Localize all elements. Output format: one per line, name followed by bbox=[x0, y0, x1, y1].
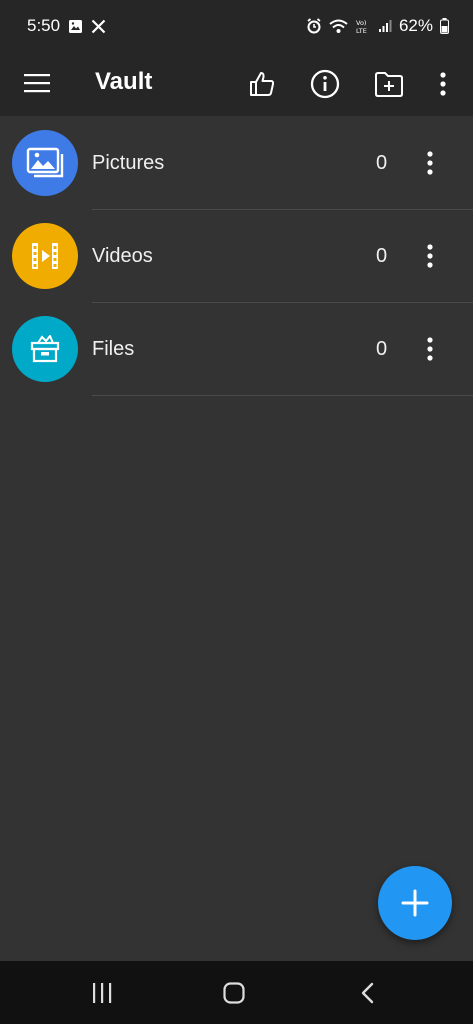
more-vertical-icon[interactable] bbox=[423, 64, 463, 104]
status-time: 5:50 bbox=[27, 16, 61, 35]
folder-row-pictures[interactable]: Pictures 0 bbox=[0, 117, 473, 210]
folder-label: Files bbox=[92, 338, 135, 360]
recent-apps-icon[interactable] bbox=[82, 975, 122, 1011]
video-icon bbox=[12, 223, 78, 289]
image-icon bbox=[68, 19, 83, 34]
app-title: Vault bbox=[95, 68, 153, 95]
vault-screen: 5:50 Vo) LTE 62% Vault Pictures 0 Videos… bbox=[0, 0, 473, 1024]
add-folder-icon[interactable] bbox=[369, 64, 409, 104]
folder-row-files[interactable]: Files 0 bbox=[0, 303, 473, 396]
folder-more-icon[interactable] bbox=[415, 329, 445, 369]
system-nav-bar bbox=[0, 961, 473, 1024]
info-icon[interactable] bbox=[305, 64, 345, 104]
plus-icon bbox=[401, 889, 429, 917]
back-icon[interactable] bbox=[347, 975, 387, 1011]
status-left: 5:50 bbox=[27, 16, 106, 36]
x-logo-icon bbox=[91, 19, 106, 34]
svg-text:Vo): Vo) bbox=[356, 19, 366, 27]
signal-icon bbox=[378, 19, 392, 33]
folder-label: Videos bbox=[92, 245, 153, 267]
alarm-icon bbox=[306, 18, 322, 34]
app-bar: Vault bbox=[0, 52, 473, 116]
vault-folder-list: Pictures 0 Videos 0 Files 0 bbox=[0, 117, 473, 396]
battery-percent: 62% bbox=[398, 16, 433, 35]
svg-text:LTE: LTE bbox=[356, 27, 367, 34]
files-box-icon bbox=[12, 316, 78, 382]
wifi-icon bbox=[329, 19, 348, 34]
folder-item-count: 0 bbox=[376, 152, 388, 174]
pictures-icon bbox=[12, 130, 78, 196]
folder-item-count: 0 bbox=[376, 338, 388, 360]
folder-item-count: 0 bbox=[376, 245, 388, 267]
folder-more-icon[interactable] bbox=[415, 236, 445, 276]
battery-icon bbox=[440, 18, 449, 34]
add-fab-button[interactable] bbox=[378, 866, 452, 940]
folder-more-icon[interactable] bbox=[415, 143, 445, 183]
hamburger-menu-icon[interactable] bbox=[20, 66, 54, 100]
folder-row-videos[interactable]: Videos 0 bbox=[0, 210, 473, 303]
row-divider bbox=[92, 395, 473, 396]
volte-icon: Vo) LTE bbox=[355, 18, 371, 34]
folder-label: Pictures bbox=[92, 152, 165, 174]
status-bar: 5:50 Vo) LTE 62% bbox=[0, 0, 473, 52]
home-icon[interactable] bbox=[214, 975, 254, 1011]
status-right: Vo) LTE 62% bbox=[306, 16, 449, 36]
thumbs-up-icon[interactable] bbox=[242, 64, 282, 104]
